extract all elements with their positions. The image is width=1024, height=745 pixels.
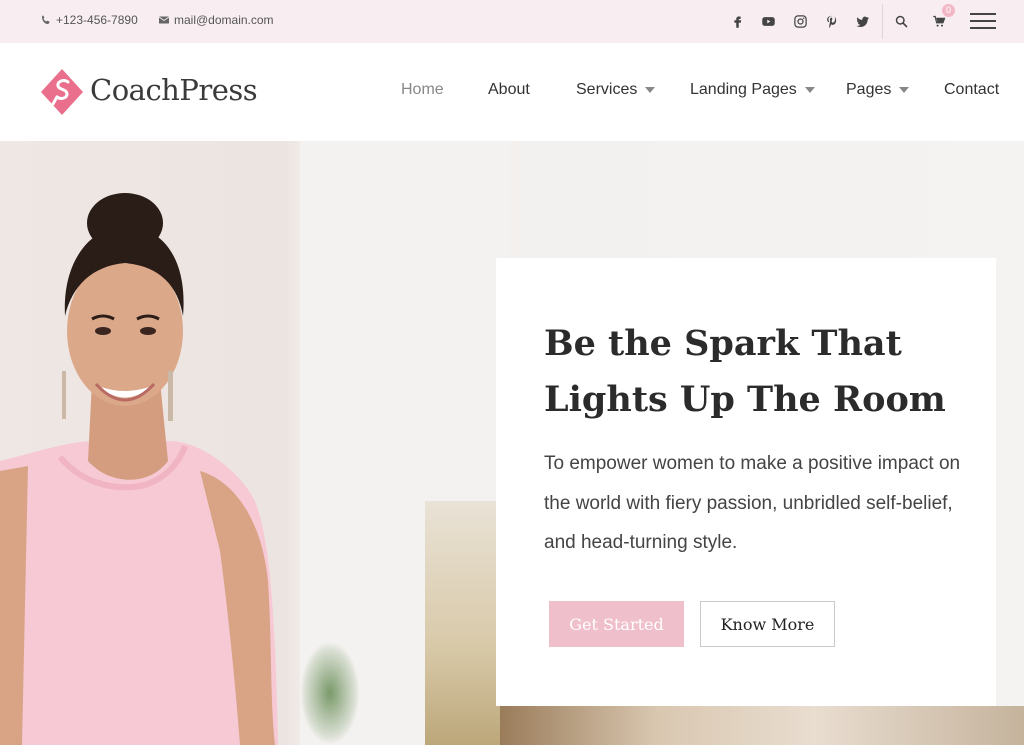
hero-description: To empower women to make a positive impa… (544, 453, 961, 553)
hero-background-floor (500, 706, 1024, 745)
get-started-button[interactable]: Get Started (549, 601, 684, 647)
nav-home[interactable]: Home (401, 81, 444, 99)
logo-text[interactable]: CoachPress (90, 73, 258, 107)
twitter-icon[interactable] (852, 11, 872, 31)
top-bar: +123-456-7890 mail@domain.com 0 (0, 0, 1024, 43)
nav-contact-label: Contact (944, 81, 1000, 98)
hero-background-plant (300, 641, 360, 745)
nav-landing-pages[interactable]: Landing Pages (690, 81, 815, 99)
chevron-down-icon (645, 87, 656, 93)
nav-about[interactable]: About (488, 81, 530, 99)
hero-section: Be the Spark That Lights Up The Room To … (0, 141, 1024, 745)
nav-pages-label: Pages (846, 81, 892, 98)
instagram-icon[interactable] (790, 11, 810, 31)
hero-title: Be the Spark That Lights Up The Room (544, 323, 946, 420)
envelope-icon (158, 16, 170, 24)
nav-about-label: About (488, 81, 530, 98)
nav-contact[interactable]: Contact (944, 81, 999, 99)
search-icon[interactable] (891, 11, 911, 31)
hero-card: Be the Spark That Lights Up The Room To … (496, 258, 996, 706)
nav-home-label: Home (401, 81, 444, 98)
site-header: CoachPress Home About Services Landing P… (0, 43, 1024, 141)
facebook-icon[interactable] (727, 11, 747, 31)
email-address: mail@domain.com (174, 13, 274, 27)
hamburger-menu-icon[interactable] (970, 12, 996, 30)
nav-pages[interactable]: Pages (846, 81, 910, 99)
nav-landing-pages-label: Landing Pages (690, 81, 797, 98)
email-contact[interactable]: mail@domain.com (158, 13, 274, 27)
nav-services[interactable]: Services (576, 81, 656, 99)
phone-number: +123-456-7890 (56, 13, 138, 27)
cart-count-badge: 0 (942, 4, 955, 17)
know-more-button[interactable]: Know More (700, 601, 835, 647)
hero-woman-image (0, 193, 278, 745)
topbar-divider (882, 4, 883, 39)
pinterest-icon[interactable] (821, 11, 841, 31)
logo-mark-icon[interactable] (40, 68, 84, 116)
phone-icon (42, 15, 50, 24)
youtube-icon[interactable] (758, 11, 778, 31)
chevron-down-icon (804, 87, 815, 93)
nav-services-label: Services (576, 81, 638, 98)
phone-contact[interactable]: +123-456-7890 (40, 13, 138, 27)
chevron-down-icon (899, 87, 910, 93)
